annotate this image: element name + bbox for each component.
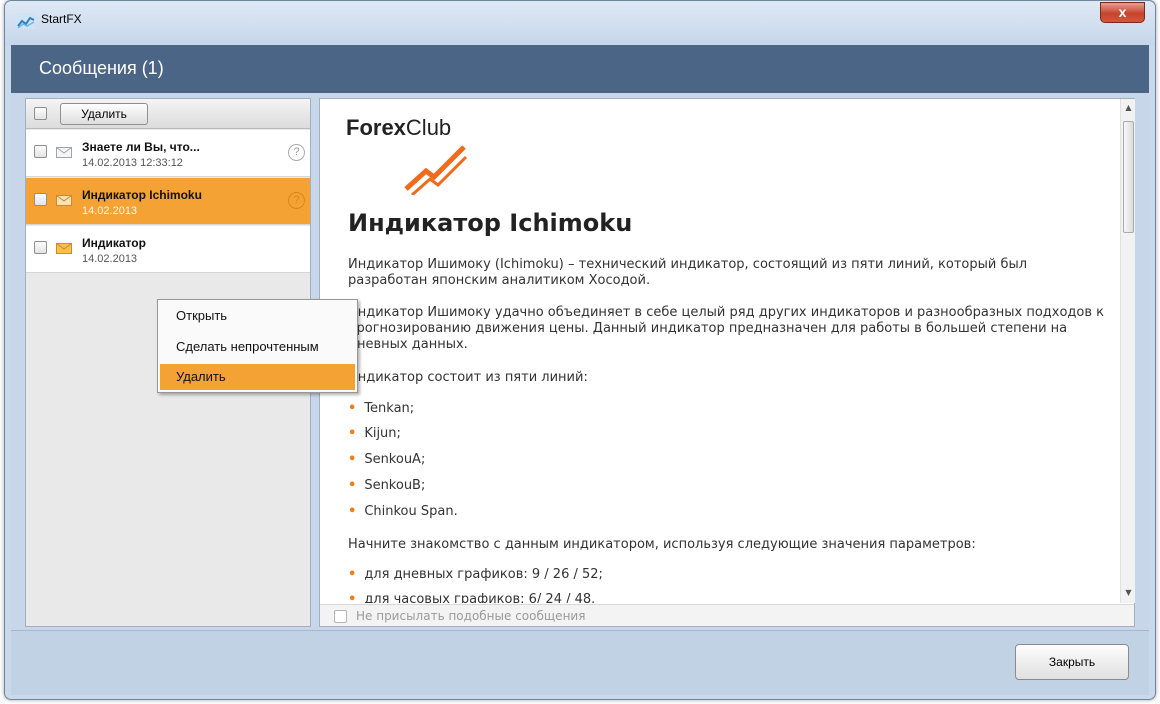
- list-item: • для дневных графиков: 9 / 26 / 52;: [348, 567, 603, 582]
- scroll-thumb[interactable]: [1123, 121, 1134, 233]
- menu-item-mark-unread[interactable]: Сделать непрочтенным: [160, 334, 355, 360]
- message-heading: Индикатор Ichimoku: [348, 209, 633, 237]
- message-title: Знаете ли Вы, что...: [82, 140, 200, 154]
- message-body: ForexClub Индикатор Ichimoku Индикатор И…: [320, 99, 1118, 603]
- list-item: • Chinkou Span.: [348, 504, 458, 519]
- title-bar: StartFX x: [5, 1, 1155, 45]
- list-item: • SenkouA;: [348, 452, 426, 467]
- page-header: Сообщения (1): [11, 45, 1149, 93]
- main-area: Удалить Знаете ли Вы, что... 14.02.2013 …: [11, 93, 1149, 630]
- bullet-icon: •: [348, 592, 357, 603]
- item-checkbox[interactable]: [34, 193, 47, 206]
- paragraph: Индикатор Ишимоку удачно объединяет в се…: [348, 305, 1105, 352]
- list-toolbar: Удалить: [26, 99, 310, 129]
- message-title: Индикатор: [82, 236, 146, 250]
- delete-button[interactable]: Удалить: [60, 103, 148, 125]
- list-item: • для часовых графиков: 6/ 24 / 48.: [348, 592, 595, 603]
- select-all-checkbox[interactable]: [34, 107, 47, 120]
- menu-item-delete[interactable]: Удалить: [160, 364, 355, 390]
- content-footer: Не присылать подобные сообщения: [320, 604, 1134, 626]
- scroll-down-icon[interactable]: ▼: [1124, 588, 1133, 597]
- startfx-logo-icon: [17, 13, 35, 29]
- content-scrollbar[interactable]: ▲ ▼: [1120, 99, 1135, 603]
- logo-stripes-icon: [404, 145, 468, 195]
- list-item: • SenkouB;: [348, 478, 426, 493]
- page-title: Сообщения (1): [39, 58, 164, 78]
- paragraph: Индикатор состоит из пяти линий:: [348, 370, 588, 385]
- message-content-panel: ForexClub Индикатор Ichimoku Индикатор И…: [319, 98, 1135, 627]
- bullet-icon: •: [348, 504, 357, 519]
- envelope-closed-icon: [56, 243, 72, 254]
- forexclub-logo: ForexClub: [346, 113, 496, 195]
- help-icon[interactable]: ?: [288, 144, 305, 161]
- bullet-icon: •: [348, 426, 357, 441]
- message-title: Индикатор Ichimoku: [82, 188, 202, 202]
- logo-text: ForexClub: [346, 115, 452, 140]
- window-title: StartFX: [41, 12, 82, 26]
- bullet-icon: •: [348, 567, 357, 582]
- dont-send-checkbox[interactable]: [334, 610, 347, 623]
- scroll-up-icon[interactable]: ▲: [1124, 103, 1133, 112]
- list-item-selected[interactable]: Индикатор Ichimoku 14.02.2013 ?: [26, 178, 310, 225]
- item-checkbox[interactable]: [34, 145, 47, 158]
- bullet-icon: •: [348, 401, 357, 416]
- app-window: StartFX x Сообщения (1) Удалить Знаете л…: [4, 0, 1156, 700]
- close-button[interactable]: Закрыть: [1015, 644, 1129, 680]
- dont-send-label: Не присылать подобные сообщения: [356, 609, 586, 623]
- message-date: 14.02.2013 12:33:12: [82, 157, 183, 169]
- paragraph: Индикатор Ишимоку (Ichimoku) – техническ…: [348, 257, 1028, 288]
- list-item: • Kijun;: [348, 426, 401, 441]
- envelope-open-icon: [56, 195, 72, 206]
- list-item: • Tenkan;: [348, 401, 415, 416]
- message-date: 14.02.2013: [82, 205, 138, 217]
- item-checkbox[interactable]: [34, 241, 47, 254]
- envelope-open-icon: [56, 147, 72, 158]
- window-close-button[interactable]: x: [1100, 2, 1145, 23]
- menu-item-open[interactable]: Открыть: [160, 303, 355, 329]
- help-icon[interactable]: ?: [288, 192, 305, 209]
- footer-bar: Закрыть: [11, 630, 1149, 695]
- list-item[interactable]: Знаете ли Вы, что... 14.02.2013 12:33:12…: [26, 130, 310, 177]
- bullet-icon: •: [348, 452, 357, 467]
- message-date: 14.02.2013: [82, 253, 138, 265]
- paragraph: Начните знакомство с данным индикатором,…: [348, 537, 976, 552]
- context-menu: Открыть Сделать непрочтенным Удалить: [157, 299, 358, 393]
- bullet-icon: •: [348, 478, 357, 493]
- list-item[interactable]: Индикатор 14.02.2013: [26, 226, 310, 273]
